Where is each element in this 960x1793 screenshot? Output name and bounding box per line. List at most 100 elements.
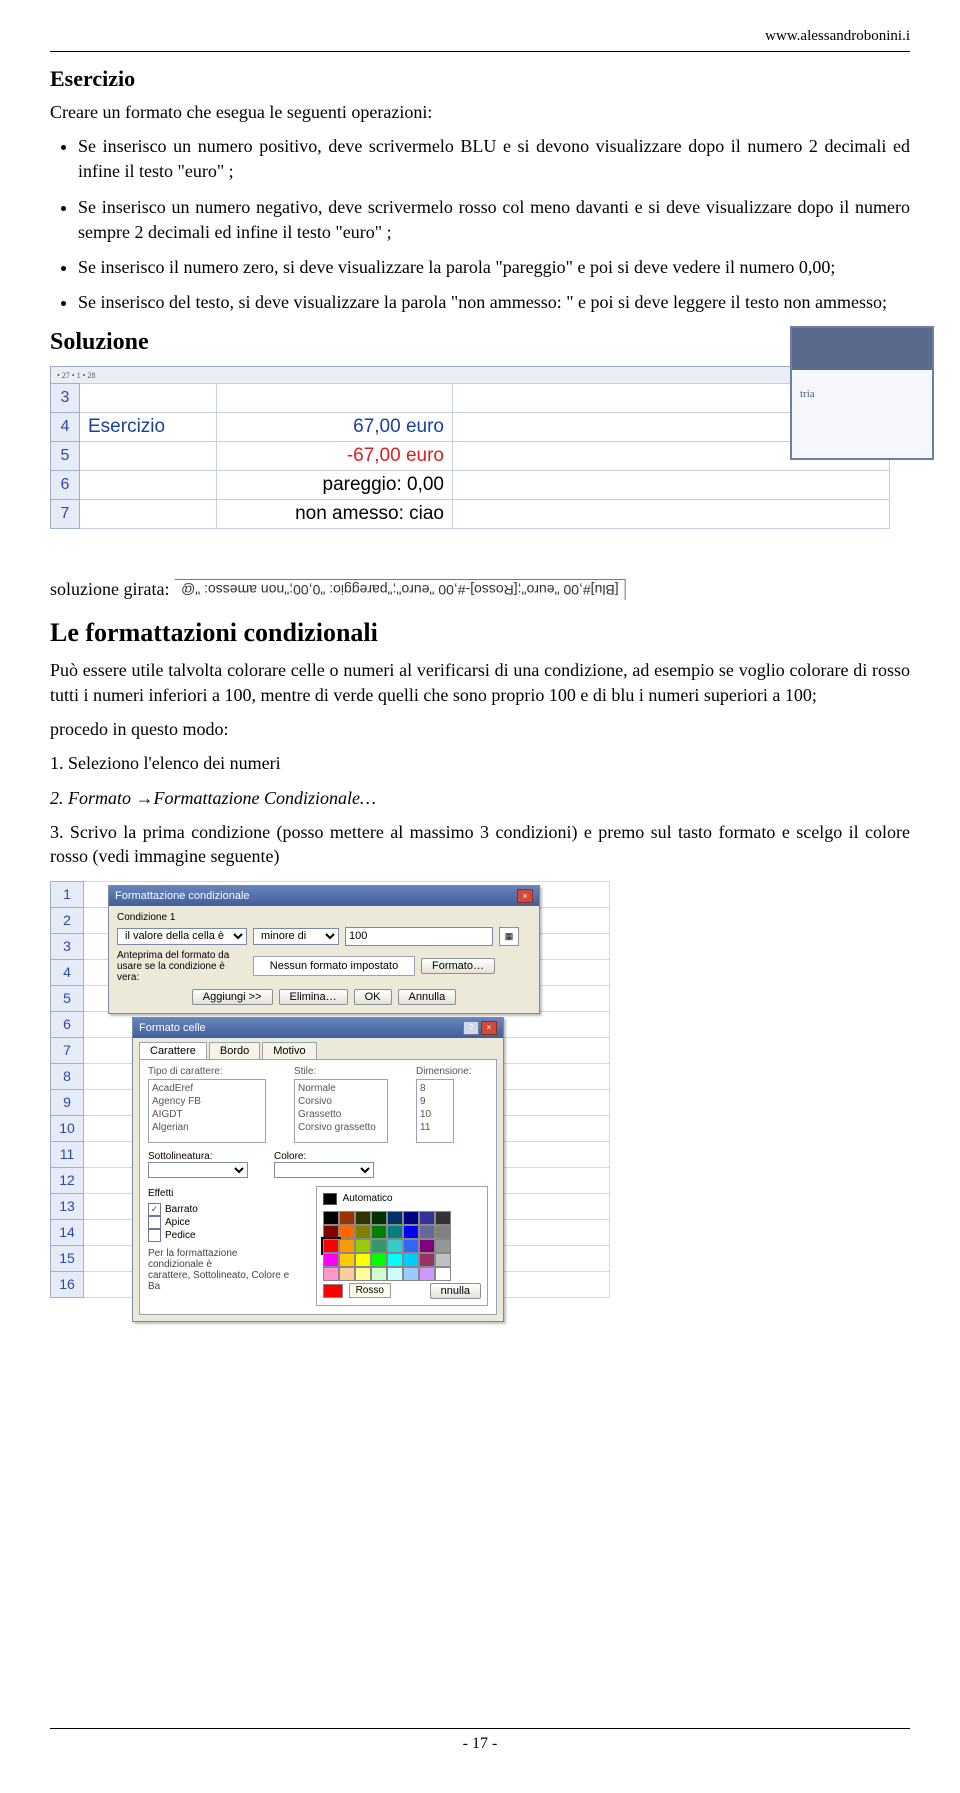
cell[interactable] bbox=[80, 384, 217, 413]
color-swatch[interactable] bbox=[323, 1267, 339, 1281]
color-swatch[interactable] bbox=[419, 1239, 435, 1253]
strikeout-checkbox[interactable]: ✓Barrato bbox=[148, 1203, 294, 1216]
ok-button[interactable]: OK bbox=[354, 989, 392, 1005]
color-swatch[interactable] bbox=[339, 1253, 355, 1267]
font-listbox[interactable]: AcadEref Agency FB AIGDT Algerian bbox=[148, 1079, 266, 1143]
color-swatch[interactable] bbox=[387, 1267, 403, 1281]
help-icon[interactable]: ? bbox=[463, 1021, 479, 1035]
color-swatch[interactable] bbox=[371, 1267, 387, 1281]
condition-value-input[interactable] bbox=[345, 927, 493, 946]
cell[interactable] bbox=[453, 471, 890, 500]
cell[interactable] bbox=[80, 471, 217, 500]
color-swatch[interactable] bbox=[419, 1253, 435, 1267]
color-swatch[interactable] bbox=[419, 1211, 435, 1225]
color-swatch[interactable] bbox=[435, 1239, 451, 1253]
row-header[interactable]: 16 bbox=[51, 1271, 84, 1297]
row-header[interactable]: 5 bbox=[51, 442, 80, 471]
cell-label[interactable]: Esercizio bbox=[80, 413, 217, 442]
color-swatch[interactable] bbox=[403, 1253, 419, 1267]
color-swatch[interactable] bbox=[371, 1239, 387, 1253]
close-icon[interactable]: × bbox=[517, 889, 533, 903]
row-header[interactable]: 4 bbox=[51, 959, 84, 985]
color-swatch[interactable] bbox=[387, 1253, 403, 1267]
row-header[interactable]: 15 bbox=[51, 1245, 84, 1271]
color-swatch[interactable] bbox=[387, 1211, 403, 1225]
subscript-checkbox[interactable]: Pedice bbox=[148, 1229, 294, 1242]
color-swatch[interactable] bbox=[371, 1253, 387, 1267]
add-condition-button[interactable]: Aggiungi >> bbox=[192, 989, 273, 1005]
automatic-color-button[interactable]: Automatico bbox=[323, 1193, 481, 1205]
girata-formula-image: [Blu]#,00 "euro";[Rosso]-#,00 "euro";"pa… bbox=[175, 579, 626, 600]
color-swatch[interactable] bbox=[323, 1253, 339, 1267]
color-swatch[interactable] bbox=[371, 1211, 387, 1225]
color-swatch[interactable] bbox=[435, 1267, 451, 1281]
row-header[interactable]: 13 bbox=[51, 1193, 84, 1219]
color-swatch[interactable] bbox=[355, 1225, 371, 1239]
row-header[interactable]: 11 bbox=[51, 1141, 84, 1167]
size-listbox[interactable]: 8 9 10 11 bbox=[416, 1079, 454, 1143]
range-picker-icon[interactable]: ▦ bbox=[499, 927, 519, 946]
cell-value[interactable]: non amesso: ciao bbox=[217, 500, 453, 529]
cancel-button[interactable]: nnulla bbox=[430, 1283, 481, 1299]
tab-pattern[interactable]: Motivo bbox=[262, 1042, 316, 1059]
color-swatch[interactable] bbox=[355, 1211, 371, 1225]
tab-font[interactable]: Carattere bbox=[139, 1042, 207, 1059]
row-header[interactable]: 6 bbox=[51, 1011, 84, 1037]
underline-select[interactable] bbox=[148, 1162, 248, 1178]
cell[interactable] bbox=[453, 500, 890, 529]
row-header[interactable]: 7 bbox=[51, 1037, 84, 1063]
superscript-checkbox[interactable]: Apice bbox=[148, 1216, 294, 1229]
row-header[interactable]: 10 bbox=[51, 1115, 84, 1141]
cell-value-red[interactable]: -67,00 euro bbox=[217, 442, 453, 471]
color-swatch[interactable] bbox=[339, 1239, 355, 1253]
color-swatch[interactable] bbox=[387, 1225, 403, 1239]
row-header[interactable]: 7 bbox=[51, 500, 80, 529]
row-header[interactable]: 1 bbox=[51, 881, 84, 907]
color-swatch[interactable] bbox=[403, 1225, 419, 1239]
row-header[interactable]: 8 bbox=[51, 1063, 84, 1089]
color-swatch[interactable] bbox=[355, 1267, 371, 1281]
color-swatch[interactable] bbox=[339, 1211, 355, 1225]
row-header[interactable]: 6 bbox=[51, 471, 80, 500]
color-select[interactable] bbox=[274, 1162, 374, 1178]
row-header[interactable]: 4 bbox=[51, 413, 80, 442]
row-header[interactable]: 3 bbox=[51, 384, 80, 413]
color-swatch[interactable] bbox=[403, 1239, 419, 1253]
close-icon[interactable]: × bbox=[481, 1021, 497, 1035]
color-swatch[interactable] bbox=[339, 1225, 355, 1239]
color-swatch[interactable] bbox=[387, 1239, 403, 1253]
spreadsheet-with-dialogs: 12345678910111213141516 Formattazione co… bbox=[50, 881, 610, 1298]
color-swatch[interactable] bbox=[355, 1253, 371, 1267]
color-swatch[interactable] bbox=[323, 1211, 339, 1225]
style-listbox[interactable]: Normale Corsivo Grassetto Corsivo grasse… bbox=[294, 1079, 388, 1143]
color-swatch[interactable] bbox=[435, 1211, 451, 1225]
cell[interactable] bbox=[80, 442, 217, 471]
color-swatch[interactable] bbox=[435, 1253, 451, 1267]
cell-value-blue[interactable]: 67,00 euro bbox=[217, 413, 453, 442]
row-header[interactable]: 5 bbox=[51, 985, 84, 1011]
cell-value[interactable]: pareggio: 0,00 bbox=[217, 471, 453, 500]
row-header[interactable]: 2 bbox=[51, 907, 84, 933]
color-swatch[interactable] bbox=[323, 1239, 339, 1253]
cell[interactable] bbox=[80, 500, 217, 529]
cancel-button[interactable]: Annulla bbox=[398, 989, 457, 1005]
row-header[interactable]: 14 bbox=[51, 1219, 84, 1245]
color-swatch[interactable] bbox=[371, 1225, 387, 1239]
delete-condition-button[interactable]: Elimina… bbox=[279, 989, 348, 1005]
row-header[interactable]: 3 bbox=[51, 933, 84, 959]
row-header[interactable]: 9 bbox=[51, 1089, 84, 1115]
tab-border[interactable]: Bordo bbox=[209, 1042, 260, 1059]
color-swatch[interactable] bbox=[419, 1225, 435, 1239]
condition-target-select[interactable]: il valore della cella è bbox=[117, 928, 247, 945]
cell[interactable] bbox=[217, 384, 453, 413]
color-swatch[interactable] bbox=[355, 1239, 371, 1253]
color-swatch[interactable] bbox=[339, 1267, 355, 1281]
format-button[interactable]: Formato… bbox=[421, 958, 495, 974]
condition-operator-select[interactable]: minore di bbox=[253, 928, 339, 945]
color-swatch[interactable] bbox=[403, 1211, 419, 1225]
row-header[interactable]: 12 bbox=[51, 1167, 84, 1193]
color-swatch[interactable] bbox=[435, 1225, 451, 1239]
color-swatch[interactable] bbox=[403, 1267, 419, 1281]
color-swatch[interactable] bbox=[419, 1267, 435, 1281]
color-swatch[interactable] bbox=[323, 1225, 339, 1239]
